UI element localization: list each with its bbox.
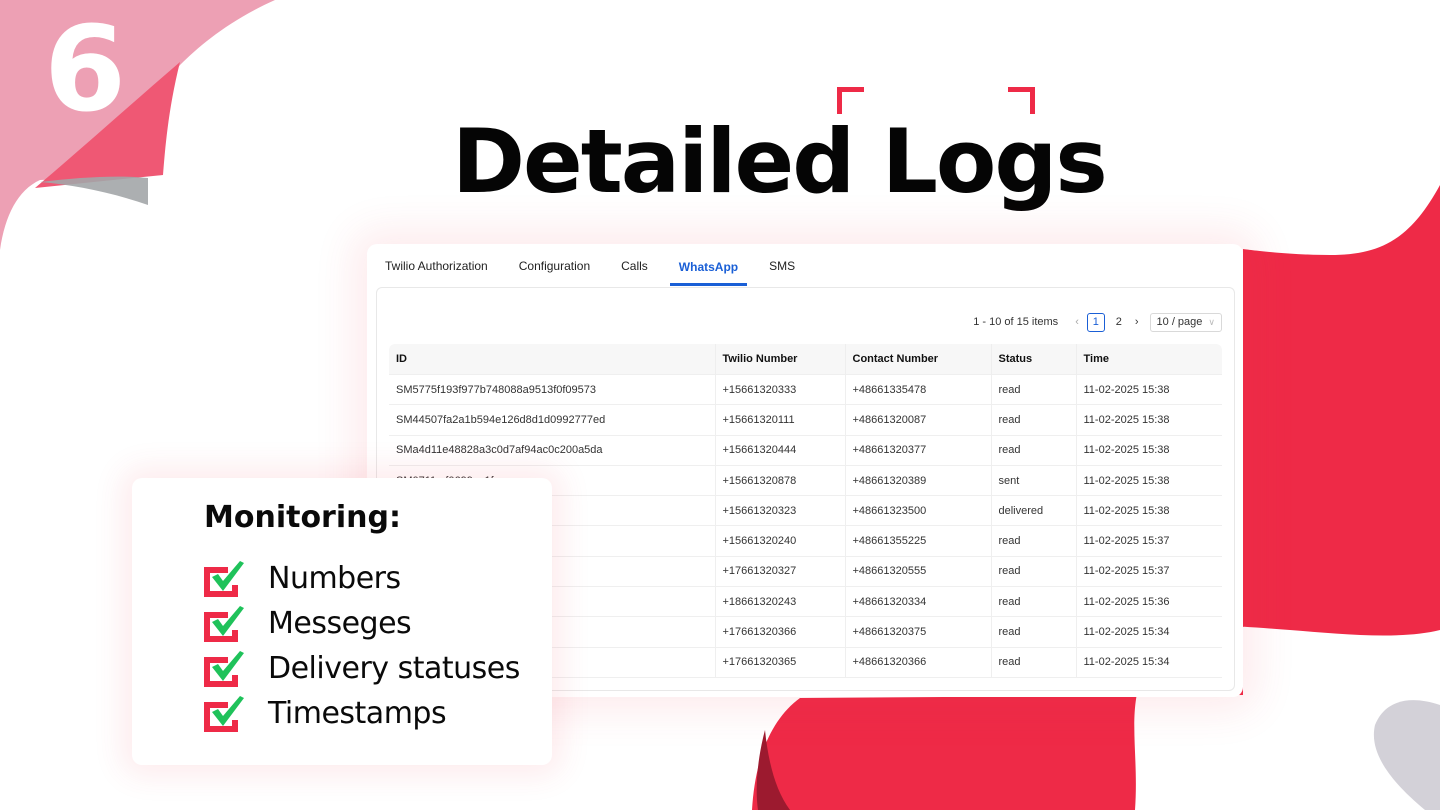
table-row[interactable]: SM44507fa2a1b594e126d8d1d0992777ed +1566… bbox=[389, 404, 1222, 436]
cell-twilio-number: +15661320444 bbox=[715, 434, 846, 466]
cell-status: read bbox=[991, 404, 1077, 436]
corner-bracket-icon bbox=[1008, 87, 1035, 114]
cell-twilio-number: +15661320333 bbox=[715, 373, 846, 405]
cell-time: 11-02-2025 15:38 bbox=[1076, 495, 1222, 526]
table-header-row: ID Twilio Number Contact Number Status T… bbox=[389, 344, 1222, 375]
monitoring-item: Timestamps bbox=[202, 691, 520, 736]
monitoring-item-label: Timestamps bbox=[268, 696, 447, 731]
pagination-summary: 1 - 10 of 15 items bbox=[973, 316, 1059, 328]
cell-id: SMa4d11e48828a3c0d7af94ac0c200a5da bbox=[389, 434, 716, 466]
cell-time: 11-02-2025 15:34 bbox=[1076, 646, 1222, 678]
cell-time: 11-02-2025 15:38 bbox=[1076, 404, 1222, 436]
cell-time: 11-02-2025 15:38 bbox=[1076, 373, 1222, 405]
corner-curl-shadow bbox=[40, 176, 148, 205]
checkbox-checked-icon bbox=[204, 560, 244, 597]
monitoring-item: Messeges bbox=[202, 601, 520, 646]
tab-configuration[interactable]: Configuration bbox=[519, 259, 590, 286]
cell-status: read bbox=[991, 555, 1077, 587]
column-header-twilio-number[interactable]: Twilio Number bbox=[715, 344, 846, 375]
monitoring-title: Monitoring: bbox=[204, 500, 401, 535]
pagination: 1 - 10 of 15 items ‹ 1 2 › 10 / page ∨ bbox=[973, 312, 1222, 332]
cell-time: 11-02-2025 15:38 bbox=[1076, 464, 1222, 496]
cell-twilio-number: +17661320366 bbox=[715, 616, 846, 648]
cell-id: SM5775f193f977b748088a9513f0f09573 bbox=[389, 373, 716, 405]
slide-title: Detailed Logs bbox=[452, 110, 1108, 213]
page-2-button[interactable]: 2 bbox=[1111, 314, 1127, 331]
cell-contact-number: +48661320555 bbox=[845, 555, 992, 587]
column-header-contact-number[interactable]: Contact Number bbox=[845, 344, 992, 375]
table-row[interactable]: SM5775f193f977b748088a9513f0f09573 +1566… bbox=[389, 373, 1222, 405]
cell-status: sent bbox=[991, 464, 1077, 496]
cell-time: 11-02-2025 15:37 bbox=[1076, 555, 1222, 587]
cell-contact-number: +48661320377 bbox=[845, 434, 992, 466]
checkbox-checked-icon bbox=[204, 650, 244, 687]
cell-time: 11-02-2025 15:38 bbox=[1076, 434, 1222, 466]
cell-contact-number: +48661320366 bbox=[845, 646, 992, 678]
cell-status: read bbox=[991, 646, 1077, 678]
prev-page-icon[interactable]: ‹ bbox=[1075, 316, 1079, 328]
cell-status: read bbox=[991, 616, 1077, 648]
monitoring-card: Monitoring: Numbers Messeges Delivery st… bbox=[132, 478, 552, 765]
cell-status: read bbox=[991, 525, 1077, 557]
corner-bracket-icon bbox=[837, 87, 864, 114]
checkbox-checked-icon bbox=[204, 605, 244, 642]
page-1-button[interactable]: 1 bbox=[1086, 312, 1105, 332]
chevron-down-icon: ∨ bbox=[1208, 316, 1215, 327]
page-size-value: 10 / page bbox=[1156, 315, 1203, 328]
cell-twilio-number: +18661320243 bbox=[715, 586, 846, 617]
checkbox-checked-icon bbox=[204, 695, 244, 732]
cell-twilio-number: +15661320878 bbox=[715, 464, 846, 496]
cell-contact-number: +48661320389 bbox=[845, 464, 992, 496]
monitoring-item: Delivery statuses bbox=[202, 646, 520, 691]
cell-twilio-number: +17661320365 bbox=[715, 646, 846, 678]
step-number: 6 bbox=[44, 0, 127, 138]
tab-whatsapp[interactable]: WhatsApp bbox=[669, 260, 748, 286]
cell-status: read bbox=[991, 434, 1077, 466]
cell-id: SM44507fa2a1b594e126d8d1d0992777ed bbox=[389, 404, 716, 436]
cell-time: 11-02-2025 15:36 bbox=[1076, 586, 1222, 617]
cell-status: delivered bbox=[991, 495, 1077, 526]
tab-bar: Twilio Authorization Configuration Calls… bbox=[367, 244, 1243, 286]
column-header-time[interactable]: Time bbox=[1076, 344, 1222, 375]
tab-calls[interactable]: Calls bbox=[621, 259, 648, 286]
gray-blob bbox=[1373, 700, 1440, 810]
monitoring-item: Numbers bbox=[202, 556, 520, 601]
monitoring-item-label: Numbers bbox=[268, 561, 401, 596]
cell-time: 11-02-2025 15:37 bbox=[1076, 525, 1222, 557]
cell-contact-number: +48661335478 bbox=[845, 373, 992, 405]
cell-status: read bbox=[991, 586, 1077, 617]
cell-time: 11-02-2025 15:34 bbox=[1076, 616, 1222, 648]
tab-sms[interactable]: SMS bbox=[769, 259, 795, 286]
cell-twilio-number: +17661320327 bbox=[715, 555, 846, 587]
cell-contact-number: +48661320334 bbox=[845, 586, 992, 617]
cell-status: read bbox=[991, 373, 1077, 405]
cell-contact-number: +48661320087 bbox=[845, 404, 992, 436]
cell-twilio-number: +15661320111 bbox=[715, 404, 846, 436]
next-page-icon[interactable]: › bbox=[1135, 316, 1139, 328]
table-row[interactable]: SMa4d11e48828a3c0d7af94ac0c200a5da +1566… bbox=[389, 434, 1222, 466]
monitoring-item-label: Delivery statuses bbox=[268, 651, 520, 686]
cell-twilio-number: +15661320240 bbox=[715, 525, 846, 557]
monitoring-item-label: Messeges bbox=[268, 606, 412, 641]
cell-twilio-number: +15661320323 bbox=[715, 495, 846, 526]
page-size-select[interactable]: 10 / page ∨ bbox=[1149, 312, 1222, 332]
cell-contact-number: +48661323500 bbox=[845, 495, 992, 526]
cell-contact-number: +48661355225 bbox=[845, 525, 992, 557]
monitoring-list: Numbers Messeges Delivery statuses Times… bbox=[202, 556, 520, 736]
column-header-id[interactable]: ID bbox=[389, 344, 716, 375]
cell-contact-number: +48661320375 bbox=[845, 616, 992, 648]
tab-twilio-authorization[interactable]: Twilio Authorization bbox=[385, 259, 488, 286]
column-header-status[interactable]: Status bbox=[991, 344, 1077, 375]
